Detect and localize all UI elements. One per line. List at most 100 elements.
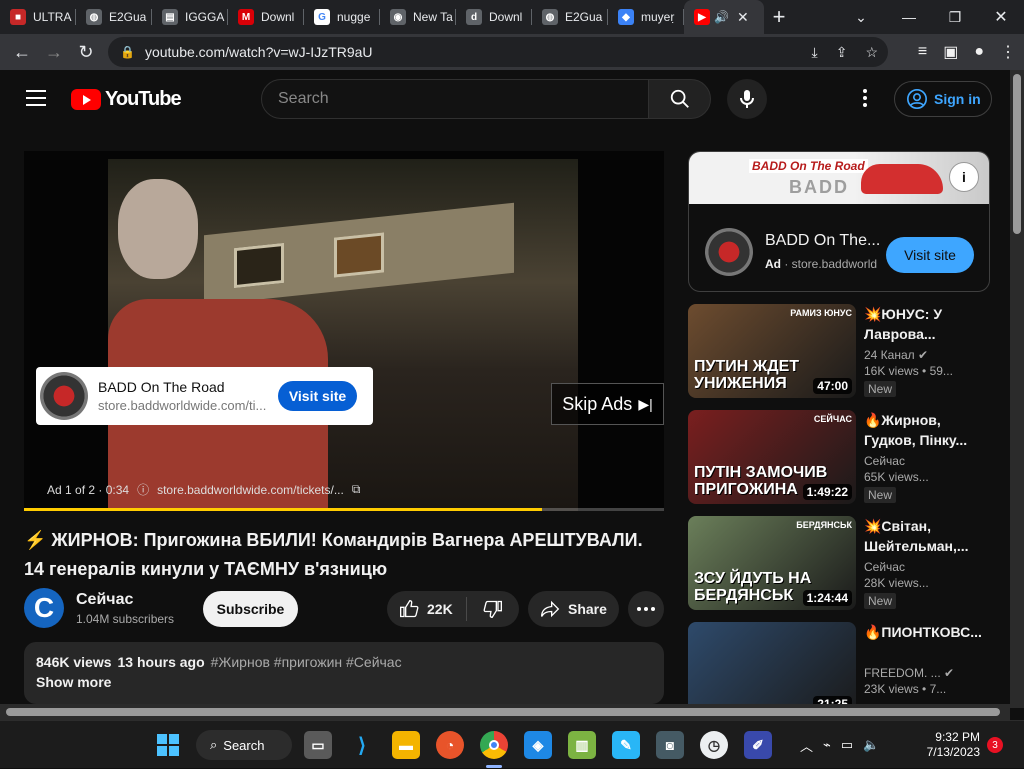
search-input[interactable] xyxy=(278,90,648,108)
video-thumbnail[interactable]: 21:25 xyxy=(688,622,856,716)
recommended-video[interactable]: 21:25🔥ПИОНТКОВС... FREEDOM. ... ✔ 23K view… xyxy=(688,622,990,716)
firefox-icon[interactable]: ◔ xyxy=(436,731,464,759)
ad-overlay-card[interactable]: BADD On The Road store.baddworldwide.com… xyxy=(36,367,373,425)
recommended-video[interactable]: СЕЙЧАС ПУТІН ЗАМОЧИВ ПРИГОЖИНА 1:49:22 🔥Жир… xyxy=(688,410,990,504)
share-button[interactable]: Share xyxy=(528,591,619,627)
chrome-taskbar-icon[interactable] xyxy=(480,731,508,759)
taskbar-clock[interactable]: 9:32 PM 7/13/2023 xyxy=(916,730,980,760)
recommended-channel[interactable]: Сейчас xyxy=(864,454,905,468)
hashtags[interactable]: #Жирнов #пригожин #Сейчас xyxy=(211,654,402,670)
tab-label: Downl xyxy=(489,10,523,24)
profile-icon[interactable]: ● xyxy=(974,43,984,61)
skip-next-icon: ▶| xyxy=(638,395,653,412)
video-thumbnail[interactable]: РАМИЗ ЮНУС ПУТИН ЖДЕТ УНИЖЕНИЯ 47:00 xyxy=(688,304,856,398)
dislike-button[interactable] xyxy=(467,599,519,619)
tab-search-icon[interactable]: ⌄ xyxy=(838,0,884,34)
browser-tab[interactable]: ◍ E2Gua xyxy=(76,0,152,34)
media-control-icon[interactable]: ≡ xyxy=(918,43,927,61)
display-icon[interactable]: ▭ xyxy=(841,737,853,753)
maximize-button[interactable]: ❐ xyxy=(932,0,978,34)
ad-banner-image[interactable]: BADD On The Road BADD i xyxy=(689,152,989,204)
menu-icon[interactable] xyxy=(26,90,46,106)
taskbar-search[interactable]: ⌕ Search xyxy=(196,730,292,760)
more-actions-button[interactable] xyxy=(628,591,664,627)
taskbar-search-label: Search xyxy=(223,737,265,753)
voice-search-button[interactable] xyxy=(727,79,767,119)
reload-button[interactable]: ↻ xyxy=(70,36,102,68)
description-box[interactable]: 846K views 13 hours ago #Жирнов #пригожи… xyxy=(24,642,664,704)
bookmark-star-icon[interactable]: ☆ xyxy=(865,44,878,61)
browser-tab[interactable]: ▤ IGGGA xyxy=(152,0,228,34)
pdf-icon: ■ xyxy=(10,9,26,25)
settings-menu-icon[interactable] xyxy=(856,89,874,109)
spreadsheet-app-icon[interactable]: ▥ xyxy=(568,731,596,759)
file-explorer-icon[interactable]: ▬ xyxy=(392,731,420,759)
browser-tab[interactable]: ◉ New Ta xyxy=(380,0,456,34)
browser-tab[interactable]: ◆ muyeṛ xyxy=(608,0,684,34)
sign-in-button[interactable]: Sign in xyxy=(894,81,992,117)
video-thumbnail[interactable]: БЕРДЯНСЬК ЗСУ ЙДУТЬ НА БЕРДЯНСЬК 1:24:44 xyxy=(688,516,856,610)
tab-label: ULTRA xyxy=(33,10,72,24)
windows-start-icon[interactable] xyxy=(154,731,182,759)
share-icon[interactable]: ⇪ xyxy=(836,44,848,61)
browser-tab[interactable]: d Downl xyxy=(456,0,532,34)
close-window-button[interactable]: ✕ xyxy=(978,0,1024,34)
video-thumbnail[interactable]: СЕЙЧАС ПУТІН ЗАМОЧИВ ПРИГОЖИНА 1:49:22 xyxy=(688,410,856,504)
browser-tab[interactable]: ◍ E2Gua xyxy=(532,0,608,34)
close-tab-icon[interactable]: ✕ xyxy=(737,9,749,26)
ad-info-icon[interactable]: i xyxy=(949,162,979,192)
subscribe-button[interactable]: Subscribe xyxy=(203,591,298,627)
url-field[interactable]: 🔒 youtube.com/watch?v=wJ-IJzTR9aU ⤓ ⇪ ☆ xyxy=(108,37,888,67)
browser-menu-icon[interactable]: ⋮ xyxy=(1000,42,1016,62)
like-button[interactable]: 22K xyxy=(387,599,466,619)
vertical-scrollbar[interactable] xyxy=(1010,70,1024,708)
browser-tab[interactable]: M Downl xyxy=(228,0,304,34)
recommended-video[interactable]: РАМИЗ ЮНУС ПУТИН ЖДЕТ УНИЖЕНИЯ 47:00 💥ЮНУС:… xyxy=(688,304,990,398)
youtube-logo[interactable]: YouTube xyxy=(71,88,182,111)
forward-button[interactable]: → xyxy=(38,36,70,68)
channel-avatar[interactable]: C xyxy=(24,588,64,628)
back-button[interactable]: ← xyxy=(6,36,38,68)
ad-overlay-url: store.baddworldwide.com/ti... xyxy=(98,398,267,413)
browser-tab[interactable]: ■ ULTRA xyxy=(0,0,76,34)
notification-badge[interactable]: 3 xyxy=(987,737,1003,753)
tray-overflow-icon[interactable]: ︿ xyxy=(800,736,813,755)
horizontal-scroll-thumb[interactable] xyxy=(6,708,1000,716)
network-icon[interactable]: ⌁ xyxy=(823,737,831,753)
side-panel-icon[interactable]: ▣ xyxy=(943,42,958,62)
task-view-icon[interactable]: ▭ xyxy=(304,731,332,759)
notepad-icon[interactable]: ✐ xyxy=(744,731,772,759)
show-more-button[interactable]: Show more xyxy=(36,674,652,690)
ad-progress-bar[interactable] xyxy=(24,508,664,511)
recommended-channel[interactable]: Сейчас xyxy=(864,560,905,574)
vertical-scroll-thumb[interactable] xyxy=(1013,74,1021,234)
recommended-title[interactable]: 💥ЮНУС: У Лаврова... xyxy=(864,304,990,344)
ad-link[interactable]: store.baddworldwide.com/tickets/... xyxy=(157,483,344,497)
recommended-title[interactable]: 🔥Жирнов, Гудков, Пінку... xyxy=(864,410,990,450)
recommended-channel[interactable]: 24 Канал xyxy=(864,348,915,362)
recommended-channel[interactable]: FREEDOM. ... xyxy=(864,666,941,680)
install-icon[interactable]: ⤓ xyxy=(812,44,818,61)
minimize-button[interactable]: — xyxy=(886,0,932,34)
skip-ads-button[interactable]: Skip Ads ▶| xyxy=(551,383,664,425)
recommended-title[interactable]: 🔥ПИОНТКОВС... xyxy=(864,622,990,662)
clock-app-icon[interactable]: ◷ xyxy=(700,731,728,759)
recommended-video[interactable]: БЕРДЯНСЬК ЗСУ ЙДУТЬ НА БЕРДЯНСЬК 1:24:44 💥С… xyxy=(688,516,990,610)
recommended-title[interactable]: 💥Світан, Шейтельман,... xyxy=(864,516,990,556)
ad-overlay-visit-button[interactable]: Visit site xyxy=(278,381,357,411)
info-icon[interactable]: ⓘ xyxy=(137,481,149,498)
new-tab-button[interactable]: + xyxy=(764,0,794,34)
sidebar-visit-site-button[interactable]: Visit site xyxy=(886,237,974,273)
paint-icon[interactable]: ✎ xyxy=(612,731,640,759)
sidebar-ad-card[interactable]: BADD On The Road BADD i BADD On The... A… xyxy=(688,151,990,292)
search-button[interactable] xyxy=(648,79,711,119)
camera-icon[interactable]: ◙ xyxy=(656,731,684,759)
horizontal-scrollbar[interactable] xyxy=(0,704,1010,720)
app-blue-icon[interactable]: ◈ xyxy=(524,731,552,759)
browser-tab[interactable]: Gnugge xyxy=(304,0,380,34)
volume-icon[interactable]: 🔈 xyxy=(863,737,879,753)
tab-youtube-active[interactable]: ▶ 🔊 ✕ xyxy=(684,0,764,34)
vscode-icon[interactable]: ⟩ xyxy=(348,731,376,759)
channel-name[interactable]: Сейчас xyxy=(76,591,133,609)
video-player[interactable] xyxy=(24,151,664,511)
